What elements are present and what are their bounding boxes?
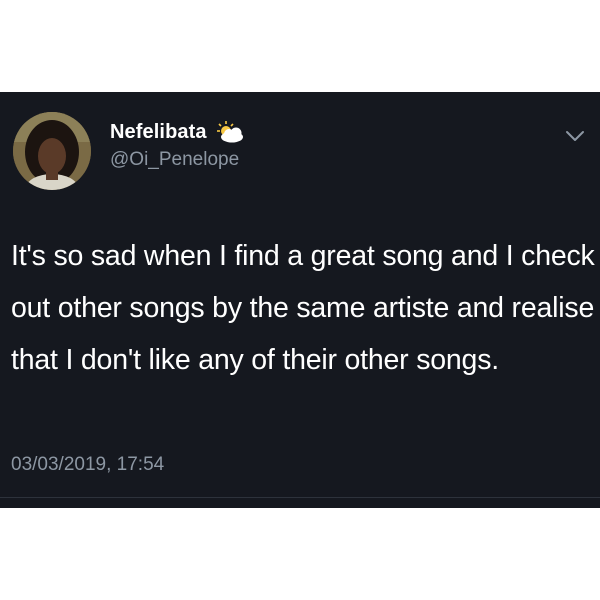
avatar[interactable] [13, 112, 91, 190]
tweet-text: It's so sad when I find a great song and… [11, 240, 595, 376]
tweet-timestamp[interactable]: 03/03/2019, 17:54 [11, 454, 164, 476]
chevron-down-icon[interactable] [564, 128, 586, 144]
display-name[interactable]: Nefelibata [110, 121, 207, 144]
tweet-card: Nefelibata @Oi_Penelope It's so sad when… [0, 92, 600, 508]
user-handle[interactable]: @Oi_Penelope [110, 149, 239, 171]
avatar-image [13, 112, 91, 190]
sun-behind-cloud-icon [215, 120, 245, 144]
author-name-row: Nefelibata [110, 120, 245, 144]
divider [0, 497, 600, 498]
